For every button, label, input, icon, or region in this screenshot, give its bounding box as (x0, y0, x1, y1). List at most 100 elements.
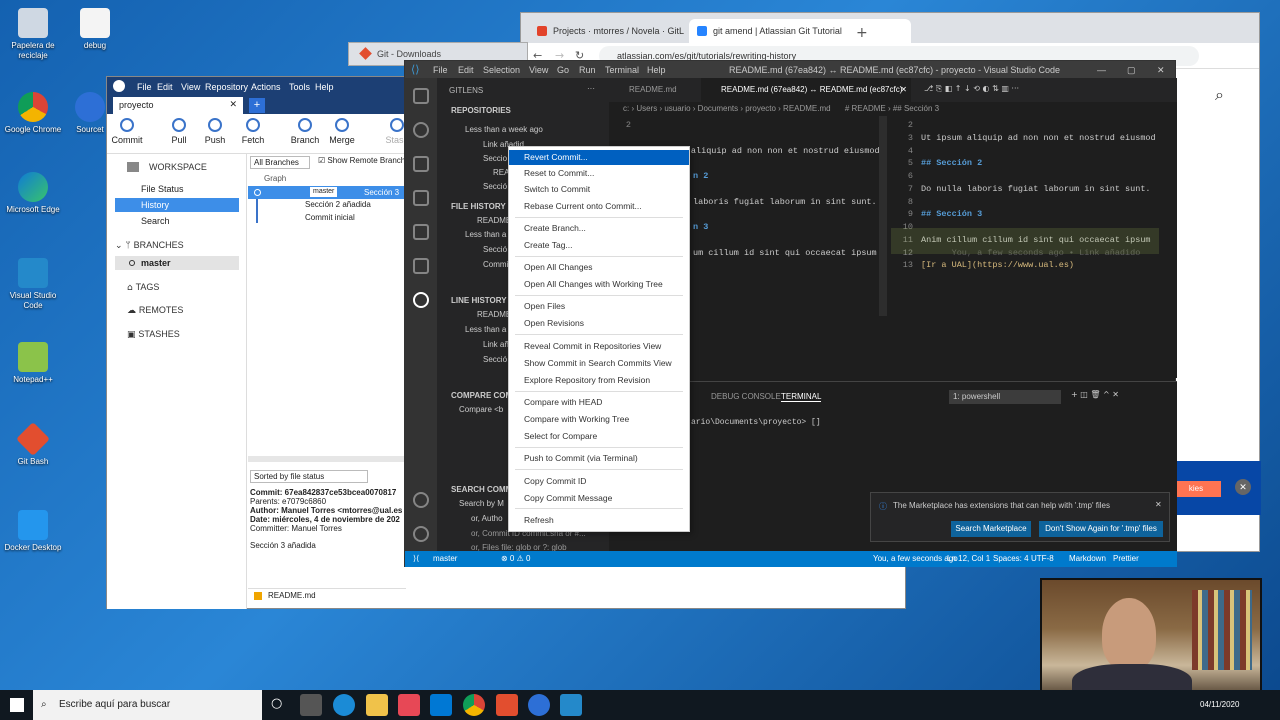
windows-start-icon[interactable] (10, 698, 24, 712)
commit-row[interactable]: Commit inicial (305, 213, 355, 222)
branches-header[interactable]: ⌄ ᛘ BRANCHES (115, 240, 184, 251)
stashes-header[interactable]: ▣ STASHES (127, 329, 180, 340)
remote-explorer-icon[interactable] (413, 224, 429, 240)
status-branch[interactable]: master (433, 554, 457, 563)
new-tab-button[interactable]: + (249, 98, 265, 113)
context-menu-item-explore-repository-from-revision[interactable]: Explore Repository from Revision (509, 373, 689, 388)
search-icon[interactable]: ⌕ (1215, 85, 1224, 105)
vs-menu-view[interactable]: View (529, 65, 548, 75)
sidebar-item-history[interactable]: History (115, 198, 239, 212)
terminal-action-icons[interactable]: + ◫ 🗑 ^ ✕ (1071, 390, 1119, 399)
line-history-section[interactable]: LINE HISTORY (451, 296, 507, 305)
vscode-shortcut[interactable]: Visual Studio Code (0, 258, 66, 311)
panel-tab-debug-console[interactable]: DEBUG CONSOLE (711, 392, 781, 401)
sort-select[interactable]: Sorted by file status (250, 470, 368, 483)
menu-edit[interactable]: Edit (157, 82, 173, 92)
chrome-shortcut[interactable]: Google Chrome (0, 92, 66, 135)
remotes-header[interactable]: ☁ REMOTES (127, 305, 183, 316)
downloads-tab-title[interactable]: Git - Downloads (377, 49, 441, 59)
sidebar-item-file-status[interactable]: File Status (115, 182, 239, 196)
line-history-commit-link[interactable]: Link añ (483, 340, 509, 349)
browser-tab-gitlab[interactable]: Projects · mtorres / Novela · GitL (529, 19, 689, 43)
close-icon[interactable]: ✕ (1157, 65, 1165, 76)
repo-group-row[interactable]: Less than a week ago (465, 125, 543, 134)
docker-shortcut[interactable]: Docker Desktop (0, 510, 66, 553)
taskbar-edge-icon[interactable] (333, 694, 355, 716)
taskbar-sourcetree-icon[interactable] (528, 694, 550, 716)
taskbar-store-icon[interactable] (398, 694, 420, 716)
status-problems[interactable]: ⊗ 0 ⚠ 0 (501, 554, 530, 563)
close-tab-icon[interactable]: ✕ (229, 97, 237, 114)
taskbar-vscode-icon[interactable] (560, 694, 582, 716)
status-language[interactable]: Markdown (1069, 554, 1106, 563)
vs-menu-help[interactable]: Help (647, 65, 666, 75)
debug-file-shortcut[interactable]: debug (62, 8, 128, 51)
vs-menu-selection[interactable]: Selection (483, 65, 520, 75)
context-menu-item-create-tag[interactable]: Create Tag... (509, 238, 689, 253)
sidebar-item-search[interactable]: Search (115, 214, 239, 228)
menu-view[interactable]: View (181, 82, 200, 92)
recycle-bin-shortcut[interactable]: Papelera de reciclaje (0, 8, 66, 61)
push-button[interactable]: Push (195, 118, 235, 145)
menu-repository[interactable]: Repository (205, 82, 248, 92)
status-prettier[interactable]: Prettier (1113, 554, 1139, 563)
cortana-icon[interactable]: ○ (271, 696, 282, 711)
notification-close-icon[interactable]: ✕ (1155, 500, 1162, 509)
commit-row-seccion3[interactable]: Seccio (483, 154, 507, 163)
commit-row[interactable]: Sección 2 añadida (305, 200, 371, 209)
workspace-header[interactable]: WORKSPACE (127, 162, 207, 172)
vs-menu-terminal[interactable]: Terminal (605, 65, 639, 75)
context-menu-item-copy-commit-message[interactable]: Copy Commit Message (509, 491, 689, 506)
menu-tools[interactable]: Tools (289, 82, 310, 92)
taskbar-gitbash-icon[interactable] (496, 694, 518, 716)
menu-actions[interactable]: Actions (251, 82, 281, 92)
file-history-group[interactable]: Less than a (465, 230, 506, 239)
context-menu-item-switch-to-commit[interactable]: Switch to Commit (509, 182, 689, 197)
source-control-icon[interactable] (413, 156, 429, 172)
context-menu-item-open-revisions[interactable]: Open Revisions (509, 316, 689, 331)
maximize-icon[interactable]: ▢ (1127, 65, 1136, 76)
terminal-select[interactable]: 1: powershell (949, 390, 1061, 404)
commit-row-seccion2[interactable]: Secció (483, 182, 507, 191)
context-menu-item-push-to-commit-via-terminal[interactable]: Push to Commit (via Terminal) (509, 451, 689, 466)
horizontal-scrollbar[interactable] (248, 456, 406, 462)
extensions-icon[interactable] (413, 258, 429, 274)
pull-button[interactable]: Pull (159, 118, 199, 145)
branch-filter-select[interactable]: All Branches (250, 156, 310, 169)
context-menu-item-reset-to-commit[interactable]: Reset to Commit... (509, 166, 689, 181)
editor-tab-readme[interactable]: README.md (609, 78, 699, 102)
panel-tab-terminal[interactable]: TERMINAL (781, 392, 822, 402)
browser-tab-atlassian[interactable]: git amend | Atlassian Git Tutorial (689, 19, 911, 43)
taskbar-search[interactable]: ⌕ Escribe aquí para buscar (33, 690, 262, 720)
search-commits-section[interactable]: SEARCH COMMI (451, 485, 515, 494)
context-menu-item-select-for-compare[interactable]: Select for Compare (509, 429, 689, 444)
status-position[interactable]: Ln 12, Col 1 (947, 554, 990, 563)
vs-menu-run[interactable]: Run (579, 65, 596, 75)
task-view-icon[interactable] (300, 694, 322, 716)
dont-show-again-button[interactable]: Don't Show Again for '.tmp' files (1039, 521, 1163, 537)
menu-file[interactable]: File (137, 82, 152, 92)
explorer-icon[interactable] (413, 88, 429, 104)
status-encoding[interactable]: UTF-8 (1031, 554, 1054, 563)
account-icon[interactable] (413, 492, 429, 508)
context-menu-item-open-all-changes-with-working-tree[interactable]: Open All Changes with Working Tree (509, 277, 689, 292)
vs-menu-file[interactable]: File (433, 65, 448, 75)
line-history-commit-seccion[interactable]: Secció (483, 355, 507, 364)
changed-file-row[interactable]: README.md (248, 588, 406, 602)
close-tab-icon[interactable]: ✕ (900, 78, 907, 102)
context-menu-item-compare-with-working-tree[interactable]: Compare with Working Tree (509, 412, 689, 427)
line-history-readme[interactable]: README (477, 310, 511, 319)
tab-proyecto[interactable]: proyecto ✕ (113, 97, 243, 114)
context-menu-item-refresh[interactable]: Refresh (509, 513, 689, 528)
search-marketplace-button[interactable]: Search Marketplace (951, 521, 1031, 537)
taskbar-mail-icon[interactable] (430, 694, 452, 716)
context-menu-item-copy-commit-id[interactable]: Copy Commit ID (509, 474, 689, 489)
context-menu-item-open-all-changes[interactable]: Open All Changes (509, 260, 689, 275)
tags-header[interactable]: ⌂ TAGS (127, 282, 159, 293)
context-menu-item-show-commit-in-search-commits-view[interactable]: Show Commit in Search Commits View (509, 356, 689, 371)
context-menu-item-rebase-current-onto-commit[interactable]: Rebase Current onto Commit... (509, 199, 689, 214)
vs-menu-edit[interactable]: Edit (458, 65, 474, 75)
run-debug-icon[interactable] (413, 190, 429, 206)
taskbar-chrome-icon[interactable] (463, 694, 485, 716)
editor-toolbar-icons[interactable]: ⎇ ⎘ ◧ ↑ ↓ ⟲ ◐ ⇅ ▥ ··· (924, 84, 1019, 94)
